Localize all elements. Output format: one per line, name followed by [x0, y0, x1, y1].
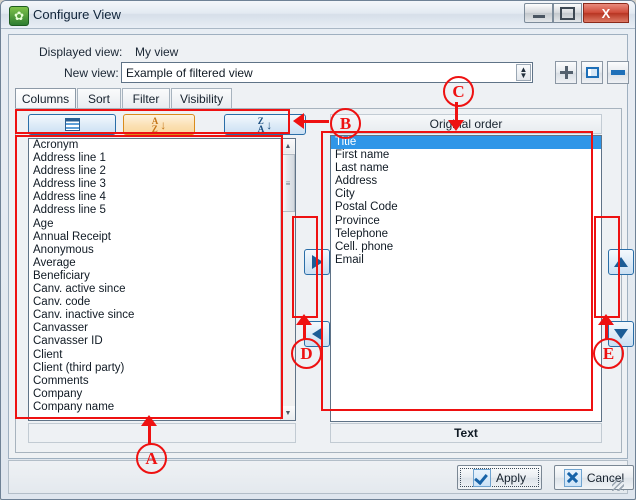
new-view-label: New view:: [64, 66, 119, 80]
triangle-left-icon: [311, 327, 323, 341]
list-item[interactable]: Canv. code: [29, 296, 279, 309]
list-item[interactable]: Email: [331, 254, 601, 267]
list-item[interactable]: Client (third party): [29, 362, 279, 375]
triangle-right-icon: [311, 255, 323, 269]
restore-icon: [560, 6, 575, 20]
grid-list-icon: [64, 118, 80, 131]
displayed-view-label: Displayed view:: [39, 45, 123, 59]
selected-columns-header: Original order: [330, 114, 602, 134]
rename-view-button[interactable]: [581, 61, 603, 84]
list-item[interactable]: Address line 1: [29, 152, 279, 165]
check-icon: [472, 468, 491, 487]
move-right-button[interactable]: [304, 249, 330, 275]
sort-ascending-button[interactable]: AZ ↓: [123, 114, 195, 135]
arrow-down-glyph: ↓: [266, 117, 273, 132]
sort-descending-button[interactable]: ZA ↓: [224, 114, 306, 135]
list-item[interactable]: Telephone: [331, 228, 601, 241]
list-item[interactable]: Postal Code: [331, 201, 601, 214]
z-a-down-icon: ZA ↓: [257, 116, 273, 134]
list-item[interactable]: Title: [331, 136, 601, 150]
scroll-down-icon[interactable]: ▼: [281, 406, 295, 420]
list-item[interactable]: Province: [331, 215, 601, 228]
available-columns-list[interactable]: Acronym Address line 1 Address line 2 Addre…: [28, 138, 296, 421]
list-item[interactable]: Canv. active since: [29, 283, 279, 296]
order-buttons: [608, 249, 636, 349]
list-item[interactable]: Last name: [331, 162, 601, 175]
focus-ring: [460, 468, 539, 487]
list-item[interactable]: Company: [29, 388, 279, 401]
list-item[interactable]: Client: [29, 349, 279, 362]
sort-letter-bottom: A: [257, 123, 265, 134]
tab-columns[interactable]: Columns: [15, 88, 76, 108]
available-columns-items: Acronym Address line 1 Address line 2 Addre…: [29, 139, 279, 414]
app-leaf-icon: ✿: [9, 6, 29, 26]
selected-columns-list[interactable]: Title First name Last name Address City Posta…: [330, 135, 602, 422]
list-item[interactable]: Address line 5: [29, 204, 279, 217]
list-item[interactable]: City: [331, 188, 601, 201]
columns-tab-panel: AZ ↓ ZA ↓ Acronym Address line 1 Address l…: [15, 108, 634, 453]
list-item[interactable]: Acronym: [29, 139, 279, 152]
spinner-down-icon: ▼: [519, 70, 528, 80]
move-left-button[interactable]: [304, 321, 330, 347]
new-view-combobox[interactable]: Example of filtered view ▲ ▼: [121, 62, 533, 83]
title-bar: ✿ Configure View X: [1, 1, 635, 29]
minimize-button[interactable]: [524, 3, 553, 23]
x-icon: [563, 468, 582, 487]
tab-visibility[interactable]: Visibility: [171, 88, 232, 108]
left-list-scrollbar[interactable]: ▲ ≡ ▼: [280, 139, 295, 420]
apply-button[interactable]: Apply: [457, 465, 542, 490]
add-view-button[interactable]: [555, 61, 577, 84]
list-item[interactable]: Canvasser ID: [29, 335, 279, 348]
list-item[interactable]: First name: [331, 149, 601, 162]
list-item[interactable]: Cell. phone: [331, 241, 601, 254]
rename-icon: [585, 67, 599, 78]
sort-letter-bottom: Z: [151, 123, 158, 134]
list-item[interactable]: Beneficiary: [29, 270, 279, 283]
list-item[interactable]: Company name: [29, 401, 279, 414]
list-item[interactable]: Average: [29, 257, 279, 270]
list-item[interactable]: Anonymous: [29, 244, 279, 257]
left-list-toolbar: AZ ↓ ZA ↓: [24, 114, 306, 136]
tab-filter[interactable]: Filter: [122, 88, 170, 108]
new-view-input[interactable]: Example of filtered view: [126, 66, 253, 80]
configure-view-dialog: ✿ Configure View X Displayed view: My vi…: [0, 0, 636, 500]
move-buttons: [304, 249, 332, 349]
close-icon: X: [601, 5, 611, 21]
scrollbar-thumb[interactable]: ≡: [281, 154, 295, 212]
list-item[interactable]: Age: [29, 218, 279, 231]
a-z-down-icon: AZ ↓: [151, 116, 167, 134]
remove-view-button[interactable]: [607, 61, 629, 84]
resize-grip[interactable]: [612, 479, 624, 491]
triangle-down-icon: [614, 329, 628, 339]
arrow-down-glyph: ↓: [160, 117, 167, 132]
list-item[interactable]: Comments: [29, 375, 279, 388]
move-up-button[interactable]: [608, 249, 634, 275]
restore-button[interactable]: [553, 3, 582, 23]
plus-icon: [559, 66, 573, 79]
left-list-status-strip: [28, 423, 296, 443]
selected-columns-footer: Text: [330, 423, 602, 443]
list-item[interactable]: Canv. inactive since: [29, 309, 279, 322]
list-item[interactable]: Annual Receipt: [29, 231, 279, 244]
original-order-button[interactable]: [28, 114, 116, 135]
triangle-up-icon: [614, 257, 628, 267]
displayed-view-value: My view: [135, 45, 179, 59]
list-item[interactable]: Address line 2: [29, 165, 279, 178]
move-down-button[interactable]: [608, 321, 634, 347]
list-item[interactable]: Canvasser: [29, 322, 279, 335]
list-item[interactable]: Address: [331, 175, 601, 188]
dialog-footer: Apply Cancel: [8, 460, 634, 494]
new-view-spinner[interactable]: ▲ ▼: [516, 64, 531, 81]
minus-icon: [611, 70, 625, 75]
minimize-icon: [532, 14, 545, 18]
close-button[interactable]: X: [583, 3, 629, 23]
dialog-content: Displayed view: My view New view: Exampl…: [8, 34, 634, 459]
scroll-up-icon[interactable]: ▲: [281, 139, 295, 153]
list-item[interactable]: Address line 3: [29, 178, 279, 191]
tab-sort[interactable]: Sort: [77, 88, 121, 108]
window-title: Configure View: [33, 7, 121, 22]
list-item[interactable]: Address line 4: [29, 191, 279, 204]
